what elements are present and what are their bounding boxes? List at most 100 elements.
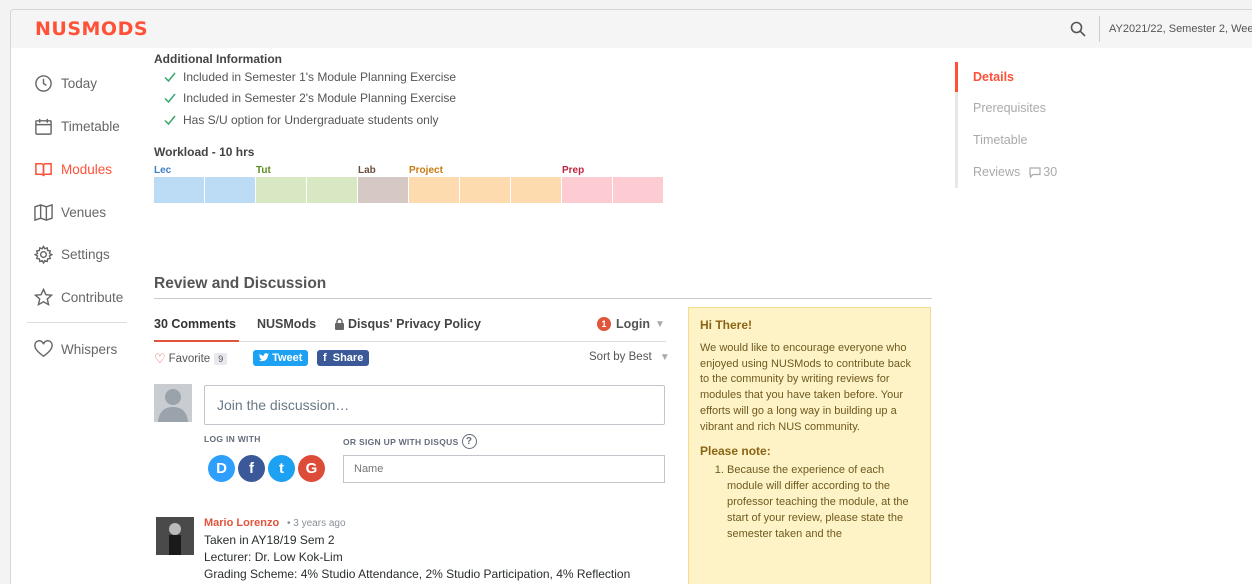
check-icon <box>164 72 176 83</box>
comment-time[interactable]: • 3 years ago <box>287 518 346 529</box>
right-nav-track <box>955 92 958 188</box>
comment-line: Grading Scheme: 4% Studio Attendance, 2%… <box>204 567 631 581</box>
clock-icon <box>35 75 52 92</box>
twitter-icon[interactable]: t <box>268 455 295 482</box>
nav-reviews-label: Reviews <box>973 165 1021 179</box>
sidebar-item-contribute[interactable]: Contribute <box>34 288 123 307</box>
privacy-policy-link[interactable]: Disqus' Privacy Policy <box>334 317 481 331</box>
sidebar-item-whispers[interactable]: Whispers <box>34 340 117 359</box>
chevron-down-icon: ▼ <box>659 352 670 363</box>
comment-input[interactable]: Join the discussion… <box>204 385 665 425</box>
workload-cell-project <box>511 177 561 203</box>
info-item: Included in Semester 2's Module Planning… <box>164 91 456 105</box>
top-navbar: NUSMODS AY2021/22, Semester 2, Week 9 <box>11 10 1252 48</box>
workload-cell-tut <box>256 177 306 203</box>
nav-timetable[interactable]: Timetable <box>973 133 1027 147</box>
right-nav-active-bar <box>955 62 958 92</box>
info-item-text: Included in Semester 1's Module Planning… <box>183 70 457 84</box>
tab-nusmods[interactable]: NUSMods <box>257 317 316 331</box>
privacy-policy-label: Disqus' Privacy Policy <box>348 317 481 331</box>
sidebar-item-label: Contribute <box>61 290 124 305</box>
help-icon[interactable]: ? <box>461 434 477 449</box>
workload-bar <box>154 177 664 203</box>
workload-cell-tut <box>307 177 357 203</box>
header-divider <box>1099 16 1100 42</box>
user-avatar-placeholder <box>154 384 192 422</box>
book-icon <box>35 163 52 177</box>
comment-icon <box>1029 166 1041 178</box>
semester-label: AY2021/22, Semester 2, Week 9 <box>1109 23 1252 35</box>
sidebar-item-today[interactable]: Today <box>34 74 97 93</box>
workload-cell-lec <box>205 177 255 203</box>
workload-heading: Workload - 10 hrs <box>154 145 255 159</box>
tweet-button[interactable]: Tweet <box>253 350 309 366</box>
google-icon[interactable]: G <box>298 455 325 482</box>
favorite-button[interactable]: ♡ Favorite 9 <box>154 351 228 367</box>
person-silhouette-icon <box>158 389 188 422</box>
reviews-count: 30 <box>1043 165 1058 179</box>
workload-label-lec: Lec <box>154 165 172 176</box>
disqus-icon[interactable]: D <box>208 455 235 482</box>
sign-up-label: OR SIGN UP WITH DISQUS ? <box>343 434 477 449</box>
workload-label-lab: Lab <box>358 165 376 176</box>
nav-reviews[interactable]: Reviews 30 <box>973 165 1057 179</box>
workload-label-project: Project <box>409 165 443 176</box>
workload-label-tut: Tut <box>256 165 271 176</box>
sidebar-item-venues[interactable]: Venues <box>34 203 106 222</box>
nav-details[interactable]: Details <box>973 70 1014 84</box>
note-title: Hi There! <box>700 318 753 332</box>
workload-cell-project <box>409 177 459 203</box>
tab-comments[interactable]: 30 Comments <box>154 317 236 331</box>
sidebar-item-timetable[interactable]: Timetable <box>34 117 120 136</box>
comment-line: Lecturer: Dr. Low Kok-Lim <box>204 550 343 564</box>
facebook-icon[interactable]: f <box>238 455 265 482</box>
name-field[interactable] <box>343 455 665 483</box>
map-icon <box>34 203 53 222</box>
nusmods-logo[interactable]: NUSMODS <box>35 18 148 40</box>
share-button[interactable]: f Share <box>317 350 370 366</box>
additional-info-heading: Additional Information <box>154 52 282 66</box>
info-item-text: Has S/U option for Undergraduate student… <box>183 113 439 127</box>
note-list: Because the experience of each module wi… <box>700 463 919 542</box>
workload-cell-prep <box>613 177 663 203</box>
check-icon <box>164 93 176 104</box>
tweet-label: Tweet <box>272 352 303 364</box>
twitter-bird-icon <box>259 353 269 362</box>
info-item: Included in Semester 1's Module Planning… <box>164 70 456 84</box>
sidebar-item-modules[interactable]: Modules <box>34 160 112 179</box>
sidebar-item-settings[interactable]: Settings <box>34 245 110 264</box>
calendar-icon <box>35 118 52 135</box>
gear-icon <box>34 245 53 264</box>
notification-badge: 1 <box>597 317 611 331</box>
note-list-item: Because the experience of each module wi… <box>727 463 919 542</box>
sidebar-item-label: Settings <box>61 247 110 262</box>
search-icon[interactable] <box>1070 21 1086 37</box>
active-tab-indicator <box>154 340 239 342</box>
facebook-f-icon: f <box>323 352 327 364</box>
nav-prerequisites[interactable]: Prerequisites <box>973 101 1046 115</box>
sort-dropdown[interactable]: Sort by Best ▼ <box>589 351 670 363</box>
workload-label-prep: Prep <box>562 165 585 176</box>
app-window: NUSMODS AY2021/22, Semester 2, Week 9 To… <box>10 9 1252 584</box>
review-encouragement-note: Hi There! We would like to encourage eve… <box>688 307 931 584</box>
favorite-count: 9 <box>214 353 228 365</box>
log-in-with-label: LOG IN WITH <box>204 434 261 444</box>
info-item: Has S/U option for Undergraduate student… <box>164 113 438 127</box>
sidebar-item-label: Timetable <box>61 119 120 134</box>
share-label: Share <box>332 352 364 364</box>
workload-cell-prep <box>562 177 612 203</box>
sort-label: Sort by Best <box>589 351 652 363</box>
comment-line: Taken in AY18/19 Sem 2 <box>204 533 335 547</box>
commenter-avatar[interactable] <box>156 517 194 555</box>
sidebar-item-label: Modules <box>61 162 113 177</box>
sidebar-item-label: Whispers <box>61 342 118 357</box>
chevron-down-icon: ▼ <box>655 318 665 330</box>
review-heading: Review and Discussion <box>154 275 327 292</box>
login-button[interactable]: 1 Login ▼ <box>597 317 665 331</box>
sidebar-item-label: Venues <box>61 205 107 220</box>
heart-icon <box>34 340 53 358</box>
please-note-heading: Please note: <box>700 443 771 458</box>
heart-outline-icon: ♡ <box>154 351 166 366</box>
workload-cell-lab <box>358 177 408 203</box>
comment-author[interactable]: Mario Lorenzo <box>204 517 279 529</box>
